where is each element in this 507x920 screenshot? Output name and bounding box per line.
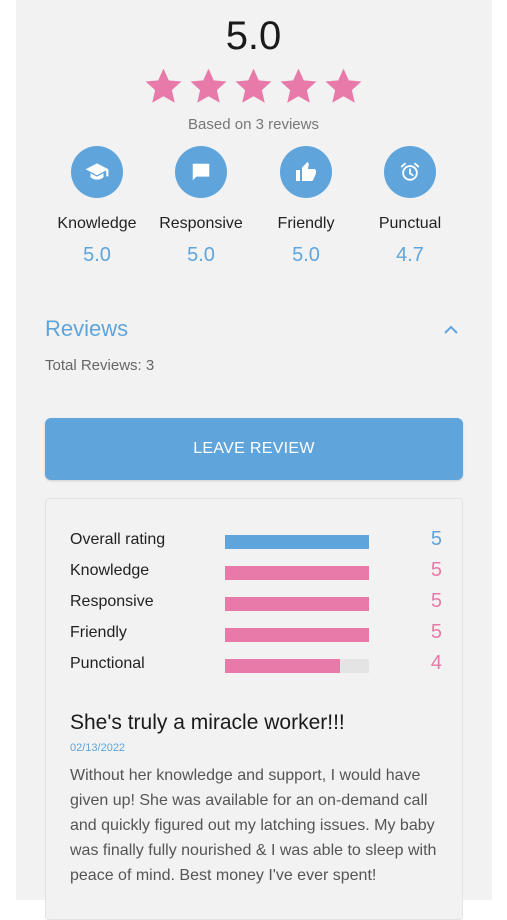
star-icon [145,68,182,103]
category-friendly: Friendly 5.0 [254,146,358,267]
rating-row-knowledge: Knowledge 5 [70,559,442,583]
rating-label: Responsive [70,593,154,610]
category-label: Punctual [378,215,442,232]
rating-bar-track [225,535,369,549]
category-value: 5.0 [292,244,320,266]
graduation-cap-icon [71,146,123,198]
rating-bar-track [225,597,369,611]
rating-row-overall: Overall rating 5 [70,528,442,552]
average-score: 5.0 [225,14,282,58]
review-body: Without her knowledge and support, I wou… [70,767,437,884]
chevron-up-icon[interactable] [443,322,459,340]
rating-bar-fill [225,535,369,549]
rating-bar-fill [225,597,369,611]
chat-bubble-icon [175,146,227,198]
rating-value: 5 [430,590,442,612]
total-reviews: Total Reviews: 3 [45,357,155,374]
rating-label: Overall rating [70,531,166,548]
rating-bar-fill [225,659,341,673]
rating-value: 5 [430,621,442,643]
rating-bar-track [225,628,369,642]
category-knowledge: Knowledge 5.0 [45,146,149,267]
star-icon [280,68,317,103]
category-responsive: Responsive 5.0 [149,146,253,267]
star-icon [325,68,362,103]
rating-value: 5 [430,559,442,581]
category-value: 4.7 [396,244,424,266]
category-scores: Knowledge 5.0 Responsive 5.0 Friendly 5.… [45,146,462,276]
rating-bar-track [225,566,369,580]
category-punctual: Punctual 4.7 [358,146,462,267]
review-date: 02/13/2022 [70,742,126,754]
rating-value: 5 [430,528,442,550]
rating-bar-fill [225,566,369,580]
rating-label: Punctional [70,655,145,672]
rating-label: Knowledge [70,562,150,579]
star-icon [190,68,227,103]
review-card: Overall rating 5 Knowledge 5 Responsive … [45,498,463,920]
rating-bar-track [225,659,369,673]
leave-review-button[interactable]: LEAVE REVIEW [45,418,463,480]
rating-label: Friendly [70,624,127,641]
reviews-title: Reviews [45,316,129,341]
reviews-section-header[interactable]: Reviews [45,316,462,346]
star-icon [235,68,272,103]
rating-row-punctional: Punctional 4 [70,652,442,676]
category-value: 5.0 [83,244,111,266]
category-label: Responsive [159,215,243,232]
category-label: Friendly [277,215,335,232]
alarm-clock-icon [384,146,436,198]
based-on-count: Based on 3 reviews [188,116,319,133]
thumbs-up-icon [280,146,332,198]
rating-value: 4 [430,652,442,674]
category-value: 5.0 [187,244,215,266]
category-label: Knowledge [57,215,137,232]
rating-row-friendly: Friendly 5 [70,621,442,645]
rating-bar-fill [225,628,369,642]
rating-row-responsive: Responsive 5 [70,590,442,614]
star-rating [0,66,507,107]
review-title: She's truly a miracle worker!!! [70,711,345,734]
